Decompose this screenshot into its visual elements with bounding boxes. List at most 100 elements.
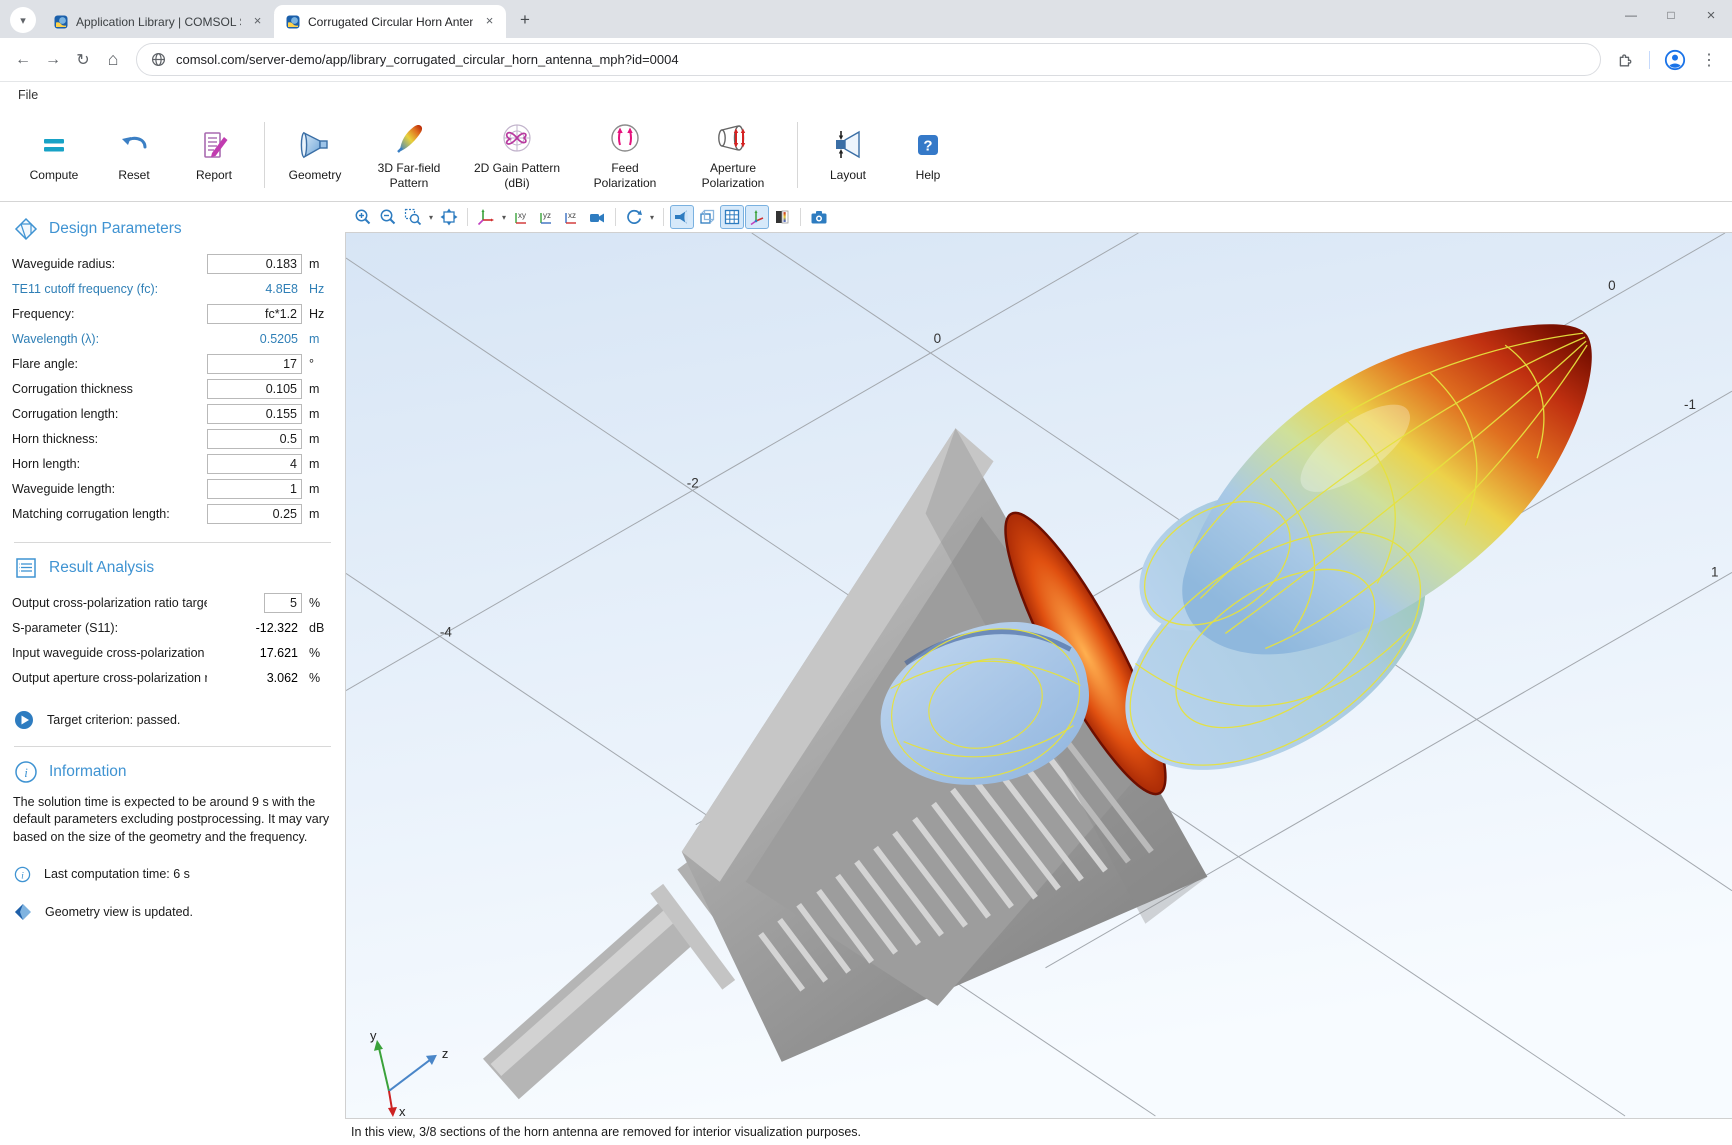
result-row: Input waveguide cross-polarization ratio… xyxy=(12,640,333,665)
forward-button[interactable]: → xyxy=(38,45,68,75)
svg-text:0: 0 xyxy=(1608,278,1616,293)
farfield-3d-button[interactable]: 3D Far-field Pattern xyxy=(355,115,463,193)
flare-angle-input[interactable] xyxy=(207,354,302,374)
aperture-polarization-icon xyxy=(714,119,752,157)
projector-icon xyxy=(588,208,606,226)
plus-icon: + xyxy=(520,10,530,29)
ribbon-separator xyxy=(264,122,265,188)
snapshot-button[interactable] xyxy=(807,205,831,229)
geometry-status-diamond-icon xyxy=(14,903,32,921)
home-button[interactable]: ⌂ xyxy=(98,45,128,75)
kebab-menu-icon: ⋮ xyxy=(1701,50,1717,70)
axes-toggle[interactable] xyxy=(745,205,769,229)
grid-icon xyxy=(723,208,741,226)
frequency-input[interactable] xyxy=(207,304,302,324)
zoom-box-dropdown[interactable]: ▾ xyxy=(426,213,436,222)
compute-button[interactable]: Compute xyxy=(14,122,94,186)
zoom-in-icon xyxy=(354,208,372,226)
info-small-icon: i xyxy=(14,866,31,883)
info-circle-icon: i xyxy=(14,760,38,784)
extensions-button[interactable] xyxy=(1609,45,1639,75)
view-yz-button[interactable]: yz xyxy=(535,205,559,229)
profile-avatar-icon xyxy=(1664,49,1686,71)
close-window-button[interactable]: × xyxy=(1704,7,1718,24)
geometry-button[interactable]: Geometry xyxy=(275,122,355,186)
tab-title: Application Library | COMSOL S xyxy=(76,15,241,29)
window-controls: — □ × xyxy=(1624,0,1726,30)
feed-polarization-button[interactable]: Feed Polarization xyxy=(571,115,679,193)
rotate-dropdown[interactable]: ▾ xyxy=(647,213,657,222)
view-xz-button[interactable]: xz xyxy=(560,205,584,229)
aperture-polarization-button[interactable]: Aperture Polarization xyxy=(679,115,787,193)
param-row: Corrugation thicknessm xyxy=(12,376,333,401)
profile-button[interactable] xyxy=(1660,45,1690,75)
cross-pol-target-input[interactable] xyxy=(264,593,302,613)
address-bar[interactable]: comsol.com/server-demo/app/library_corru… xyxy=(136,43,1601,76)
waveguide-radius-input[interactable] xyxy=(207,254,302,274)
color-legend-toggle[interactable] xyxy=(770,205,794,229)
tab-close-icon[interactable]: × xyxy=(249,13,266,30)
svg-text:y: y xyxy=(370,1028,377,1043)
geometry-diamond-icon xyxy=(14,217,38,241)
reload-button[interactable]: ↻ xyxy=(68,45,98,75)
scene-light-icon xyxy=(673,208,691,226)
transparency-cube-icon xyxy=(698,208,716,226)
comsol-favicon xyxy=(286,15,300,29)
scene-light-toggle[interactable] xyxy=(670,205,694,229)
svg-text:xz: xz xyxy=(568,211,576,220)
tab-search-button[interactable]: ▾ xyxy=(10,7,36,33)
toolbar-separator xyxy=(467,208,468,226)
reset-icon xyxy=(117,126,151,164)
play-status-icon xyxy=(14,710,34,730)
report-button[interactable]: Report xyxy=(174,122,254,186)
print-view-button[interactable] xyxy=(585,205,609,229)
back-button[interactable]: ← xyxy=(8,45,38,75)
zoom-in-button[interactable] xyxy=(351,205,375,229)
default-view-button[interactable] xyxy=(474,205,498,229)
help-icon: ? xyxy=(911,126,945,164)
geometry-updated-row: Geometry view is updated. xyxy=(14,903,333,921)
zoom-extents-button[interactable] xyxy=(437,205,461,229)
svg-text:x: x xyxy=(399,1104,406,1118)
minimize-button[interactable]: — xyxy=(1624,8,1638,22)
view-xy-button[interactable]: xy xyxy=(510,205,534,229)
rotate-view-button[interactable] xyxy=(622,205,646,229)
axis-triad-icon xyxy=(477,208,495,226)
default-view-dropdown[interactable]: ▾ xyxy=(499,213,509,222)
zoom-box-button[interactable] xyxy=(401,205,425,229)
corrugation-length-input[interactable] xyxy=(207,404,302,424)
file-menu[interactable]: File xyxy=(18,88,38,102)
browser-toolbar: ← → ↻ ⌂ comsol.com/server-demo/app/libra… xyxy=(0,38,1732,82)
home-icon: ⌂ xyxy=(108,49,119,70)
geometry-horn-icon xyxy=(297,126,333,164)
help-button[interactable]: ? Help xyxy=(888,122,968,186)
horn-length-input[interactable] xyxy=(207,454,302,474)
browser-tab-active[interactable]: Corrugated Circular Horn Anten × xyxy=(274,5,506,38)
globe-icon xyxy=(151,52,166,67)
toolbar-separator xyxy=(615,208,616,226)
browser-tab-inactive[interactable]: Application Library | COMSOL S × xyxy=(42,5,274,38)
section-divider xyxy=(14,746,331,747)
transparency-toggle[interactable] xyxy=(695,205,719,229)
corrugation-thickness-input[interactable] xyxy=(207,379,302,399)
reset-button[interactable]: Reset xyxy=(94,122,174,186)
svg-text:z: z xyxy=(442,1046,448,1061)
maximize-button[interactable]: □ xyxy=(1664,8,1678,22)
browser-menu-button[interactable]: ⋮ xyxy=(1694,45,1724,75)
graphics-canvas[interactable]: 0 -2 -4 0 -1 1 y xyxy=(345,232,1732,1119)
matching-corrugation-length-input[interactable] xyxy=(207,504,302,524)
waveguide-length-input[interactable] xyxy=(207,479,302,499)
view-xy-icon: xy xyxy=(513,208,531,226)
svg-text:-4: -4 xyxy=(440,624,452,639)
gain-2d-button[interactable]: 2D Gain Pattern (dBi) xyxy=(463,115,571,193)
horn-thickness-input[interactable] xyxy=(207,429,302,449)
grid-toggle[interactable] xyxy=(720,205,744,229)
section-title: Result Analysis xyxy=(49,559,154,577)
output-cross-pol-value: 3.062 xyxy=(207,671,302,685)
layout-button[interactable]: Layout xyxy=(808,122,888,186)
tab-close-icon[interactable]: × xyxy=(481,13,498,30)
gain-2d-pattern-icon xyxy=(500,119,534,157)
zoom-out-button[interactable] xyxy=(376,205,400,229)
new-tab-button[interactable]: + xyxy=(512,7,538,33)
reload-icon: ↻ xyxy=(76,50,89,70)
